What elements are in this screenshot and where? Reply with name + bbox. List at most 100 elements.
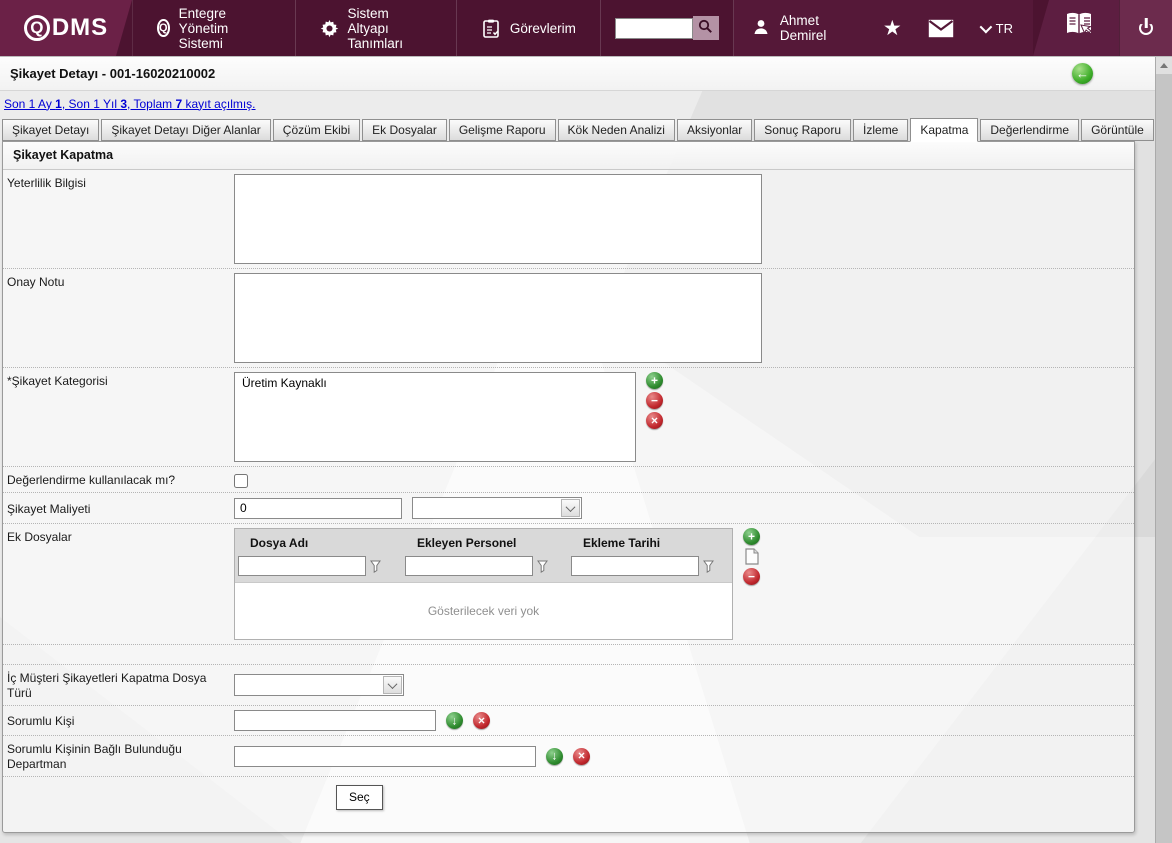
form-row-yeterlilik: Yeterlilik Bilgisi — [3, 170, 1134, 269]
onay-notu-textarea[interactable] — [234, 273, 762, 363]
tab-sikayet-detayi[interactable]: Şikayet Detayı — [2, 119, 99, 141]
scroll-up-arrow[interactable] — [1156, 57, 1172, 74]
main-menu: Q Entegre Yönetim Sistemi Sistem Altyapı… — [132, 0, 601, 56]
search-icon — [698, 19, 713, 37]
user-name: Ahmet Demirel — [780, 13, 845, 43]
filter-dosya-adi-input[interactable] — [238, 556, 366, 576]
clear-category-icon[interactable]: × — [646, 412, 663, 429]
tab-goruntule[interactable]: Görüntüle — [1081, 119, 1154, 141]
field-label: Sorumlu Kişinin Bağlı Bulunduğu Departma… — [3, 740, 234, 772]
attachments-table: Dosya Adı Ekleyen Personel Ekleme Tarihi — [234, 528, 733, 640]
field-label: İç Müşteri Şikayetleri Kapatma Dosya Tür… — [3, 669, 234, 701]
tab-sonuc-raporu[interactable]: Sonuç Raporu — [754, 119, 851, 141]
spacer-row — [3, 645, 1134, 665]
page-title: Şikayet Detayı - 001-16020210002 — [10, 66, 215, 81]
top-navigation-bar: Q DMS Q Entegre Yönetim Sistemi Sistem A… — [0, 0, 1172, 56]
column-header-ekleme-tarihi: Ekleme Tarihi — [568, 529, 734, 556]
departman-input[interactable] — [234, 746, 536, 767]
kategori-list-item[interactable]: Üretim Kaynaklı — [235, 373, 635, 393]
content-area: Şikayet Detayı - 001-16020210002 ← Son 1… — [0, 56, 1172, 843]
tab-aksiyonlar[interactable]: Aksiyonlar — [677, 119, 752, 141]
gear-icon — [320, 18, 339, 38]
back-button[interactable]: ← — [1072, 63, 1093, 84]
tab-izleme[interactable]: İzleme — [853, 119, 908, 141]
maliyet-input[interactable] — [234, 498, 402, 519]
menu-item-system-infrastructure[interactable]: Sistem Altyapı Tanımları — [296, 0, 457, 56]
menu-item-label: Görevlerim — [510, 21, 576, 36]
remove-file-icon[interactable]: − — [743, 568, 760, 585]
user-icon — [752, 18, 770, 39]
form-row-sec: Seç — [3, 777, 1134, 820]
app-logo[interactable]: Q DMS — [0, 0, 132, 56]
tab-kapatma[interactable]: Kapatma — [910, 118, 978, 142]
form-row-ek-dosyalar: Ek Dosyalar Dosya Adı Ekleyen Personel E… — [3, 524, 1134, 645]
select-person-icon[interactable]: ↓ — [446, 712, 463, 729]
logo-q-icon: Q — [24, 15, 50, 41]
sorumlu-kisi-input[interactable] — [234, 710, 436, 731]
complaint-closure-panel: Şikayet Kapatma Yeterlilik Bilgisi Onay … — [2, 141, 1135, 833]
tab-sikayet-detayi-diger-alanlar[interactable]: Şikayet Detayı Diğer Alanlar — [101, 119, 270, 141]
section-title: Şikayet Kapatma — [3, 142, 1134, 170]
logo-text: DMS — [52, 14, 108, 42]
tab-kok-neden-analizi[interactable]: Kök Neden Analizi — [558, 119, 675, 141]
yeterlilik-bilgisi-textarea[interactable] — [234, 174, 762, 264]
tab-degerlendirme[interactable]: Değerlendirme — [980, 119, 1079, 141]
menu-item-label: Entegre Yönetim Sistemi — [179, 6, 271, 51]
filter-funnel-icon[interactable] — [537, 560, 548, 573]
record-stats-link[interactable]: Son 1 Ay 1, Son 1 Yıl 3, Toplam 7 kayıt … — [4, 97, 256, 111]
form-row-onay-notu: Onay Notu — [3, 269, 1134, 368]
column-header-ekleyen-personel: Ekleyen Personel — [402, 529, 568, 556]
filter-ekleyen-personel-input[interactable] — [405, 556, 533, 576]
field-label: Ek Dosyalar — [3, 528, 234, 545]
topbar-search — [601, 0, 734, 56]
tab-gelisme-raporu[interactable]: Gelişme Raporu — [449, 119, 556, 141]
kategori-listbox[interactable]: Üretim Kaynaklı — [234, 372, 636, 462]
qdms-circle-icon: Q — [157, 19, 170, 37]
sec-button[interactable]: Seç — [336, 785, 383, 810]
attachments-table-header: Dosya Adı Ekleyen Personel Ekleme Tarihi — [235, 529, 732, 556]
language-label: TR — [996, 21, 1013, 36]
dropdown-chevron-icon[interactable] — [561, 499, 580, 517]
tab-cozum-ekibi[interactable]: Çözüm Ekibi — [273, 119, 360, 141]
field-label: Yeterlilik Bilgisi — [3, 174, 234, 191]
search-input[interactable] — [615, 18, 693, 39]
form-row-dosya-turu: İç Müşteri Şikayetleri Kapatma Dosya Tür… — [3, 665, 1134, 706]
form-row-maliyet: Şikayet Maliyeti — [3, 493, 1134, 524]
add-file-icon[interactable]: + — [743, 528, 760, 545]
form-row-degerlendirme: Değerlendirme kullanılacak mı? — [3, 467, 1134, 493]
logout-button[interactable] — [1119, 0, 1172, 56]
tab-ek-dosyalar[interactable]: Ek Dosyalar — [362, 119, 447, 141]
language-selector[interactable]: TR — [980, 21, 1013, 36]
topbar-icons: ★ TR — [863, 0, 1033, 56]
degerlendirme-checkbox[interactable] — [234, 474, 248, 488]
dosya-turu-select[interactable] — [234, 674, 404, 696]
column-header-dosya-adi: Dosya Adı — [235, 529, 402, 556]
maliyet-birim-select[interactable] — [412, 497, 582, 519]
field-label: Onay Notu — [3, 273, 234, 290]
favorites-star-icon[interactable]: ★ — [883, 18, 902, 39]
clear-department-icon[interactable]: × — [573, 748, 590, 765]
filter-funnel-icon[interactable] — [703, 560, 714, 573]
dropdown-chevron-icon[interactable] — [383, 676, 402, 694]
remove-category-icon[interactable]: − — [646, 392, 663, 409]
new-document-icon[interactable] — [743, 548, 760, 565]
field-label: Şikayet Maliyeti — [3, 500, 234, 517]
form-row-departman: Sorumlu Kişinin Bağlı Bulunduğu Departma… — [3, 736, 1134, 777]
mail-icon[interactable] — [928, 19, 954, 38]
select-department-icon[interactable]: ↓ — [546, 748, 563, 765]
power-icon — [1136, 18, 1156, 38]
search-button[interactable] — [693, 16, 719, 40]
help-guide-button[interactable] — [1033, 0, 1119, 56]
menu-item-integrated-management[interactable]: Q Entegre Yönetim Sistemi — [132, 0, 296, 56]
vertical-scrollbar[interactable] — [1155, 57, 1172, 843]
filter-ekleme-tarihi-input[interactable] — [571, 556, 699, 576]
filter-funnel-icon[interactable] — [370, 560, 381, 573]
chevron-down-icon — [979, 20, 992, 33]
user-menu[interactable]: Ahmet Demirel — [734, 0, 863, 56]
menu-item-my-tasks[interactable]: Görevlerim — [457, 0, 601, 56]
add-category-icon[interactable]: + — [646, 372, 663, 389]
field-label: Değerlendirme kullanılacak mı? — [3, 471, 234, 488]
no-data-text: Gösterilecek veri yok — [428, 604, 539, 618]
clear-person-icon[interactable]: × — [473, 712, 490, 729]
field-label: Sorumlu Kişi — [3, 712, 234, 729]
